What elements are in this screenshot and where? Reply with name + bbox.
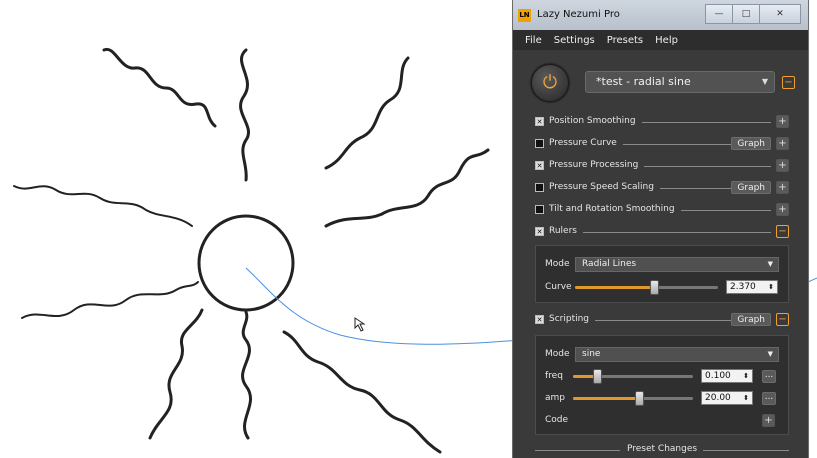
chevron-down-icon: ▼: [767, 260, 773, 268]
radial-stroke: [239, 48, 250, 182]
script-mode-value: sine: [582, 349, 601, 359]
chevron-down-icon: ▼: [767, 350, 773, 358]
amp-slider-fill: [573, 397, 639, 400]
rulers-mode-value: Radial Lines: [582, 259, 637, 269]
radial-stroke: [148, 308, 204, 440]
app-icon: LN: [518, 9, 531, 22]
radial-stroke: [241, 310, 253, 440]
title-bar[interactable]: LN Lazy Nezumi Pro — □ ✕: [513, 0, 808, 30]
remove-preset-button[interactable]: −: [782, 76, 795, 89]
code-expand-button[interactable]: +: [762, 414, 775, 427]
radial-stroke: [13, 185, 193, 227]
expand-button[interactable]: +: [776, 181, 789, 194]
tilt-rotation-checkbox[interactable]: [535, 205, 544, 214]
scripting-checkbox[interactable]: ✕: [535, 315, 544, 324]
row-tilt-rotation: Tilt and Rotation Smoothing +: [535, 203, 789, 217]
amp-slider[interactable]: [573, 397, 693, 400]
power-button[interactable]: ⏻: [531, 64, 569, 102]
mouse-cursor-icon: [354, 317, 366, 332]
curve-slider[interactable]: [575, 286, 718, 289]
rulers-checkbox[interactable]: ✕: [535, 227, 544, 236]
expand-button[interactable]: +: [776, 137, 789, 150]
preset-select[interactable]: *test - radial sine ▼: [585, 71, 775, 93]
chevron-down-icon: ▼: [761, 77, 768, 86]
row-position-smoothing: ✕ Position Smoothing +: [535, 115, 789, 129]
menu-bar: File Settings Presets Help: [513, 30, 808, 50]
curve-label: Curve: [545, 282, 572, 292]
freq-value: 0.100: [705, 371, 731, 381]
collapse-button[interactable]: −: [776, 313, 789, 326]
menu-settings[interactable]: Settings: [554, 35, 595, 46]
code-label: Code: [545, 415, 569, 425]
lazy-nezumi-window: LN Lazy Nezumi Pro — □ ✕ File Settings P…: [512, 0, 809, 458]
radial-stroke: [324, 56, 410, 170]
graph-button[interactable]: Graph: [731, 137, 771, 150]
curve-value: 2.370: [730, 282, 756, 292]
preset-name: *test - radial sine: [596, 75, 691, 88]
preset-changes-label: Preset Changes: [627, 444, 698, 454]
spin-arrows-icon[interactable]: ⬍: [743, 370, 749, 382]
row-label: Scripting: [549, 314, 596, 324]
menu-presets[interactable]: Presets: [607, 35, 643, 46]
close-button[interactable]: ✕: [759, 4, 801, 24]
rulers-panel: Mode Radial Lines ▼ Curve 2.370 ⬍: [535, 245, 789, 303]
pressure-curve-checkbox[interactable]: [535, 139, 544, 148]
row-rulers: ✕ Rulers −: [535, 225, 789, 239]
scripting-panel: Mode sine ▼ freq 0.100 ⬍ ... amp 20.00 ⬍…: [535, 335, 789, 435]
position-smoothing-checkbox[interactable]: ✕: [535, 117, 544, 126]
rulers-mode-label: Mode: [545, 259, 570, 269]
row-scripting: ✕ Scripting Graph −: [535, 313, 789, 327]
spin-arrows-icon[interactable]: ⬍: [768, 281, 774, 293]
divider: [535, 450, 620, 451]
menu-help[interactable]: Help: [655, 35, 678, 46]
radial-stroke: [102, 47, 217, 128]
radial-stroke: [282, 330, 442, 454]
minimize-button[interactable]: —: [705, 4, 733, 24]
expand-button[interactable]: +: [776, 115, 789, 128]
script-mode-select[interactable]: sine ▼: [575, 347, 779, 362]
freq-options-button[interactable]: ...: [762, 370, 776, 383]
window-title: Lazy Nezumi Pro: [537, 9, 620, 20]
pressure-speed-scaling-checkbox[interactable]: [535, 183, 544, 192]
menu-file[interactable]: File: [525, 35, 542, 46]
row-label: Pressure Speed Scaling: [549, 182, 660, 192]
row-label: Pressure Processing: [549, 160, 645, 170]
curve-spinbox[interactable]: 2.370 ⬍: [726, 280, 778, 294]
row-label: Tilt and Rotation Smoothing: [549, 204, 681, 214]
curve-slider-fill: [575, 286, 654, 289]
expand-button[interactable]: +: [776, 203, 789, 216]
pressure-processing-checkbox[interactable]: ✕: [535, 161, 544, 170]
center-circle: [197, 214, 295, 312]
freq-label: freq: [545, 371, 563, 381]
collapse-button[interactable]: −: [776, 225, 789, 238]
radial-stroke: [324, 148, 490, 228]
power-icon: ⏻: [542, 72, 558, 93]
radial-stroke: [21, 281, 199, 319]
script-mode-label: Mode: [545, 349, 570, 359]
row-label: Pressure Curve: [549, 138, 623, 148]
graph-button[interactable]: Graph: [731, 313, 771, 326]
divider: [703, 450, 789, 451]
freq-slider-thumb[interactable]: [593, 369, 602, 384]
row-pressure-curve: Pressure Curve Graph +: [535, 137, 789, 151]
amp-value: 20.00: [705, 393, 731, 403]
freq-spinbox[interactable]: 0.100 ⬍: [701, 369, 753, 383]
curve-slider-thumb[interactable]: [650, 280, 659, 295]
row-pressure-speed-scaling: Pressure Speed Scaling Graph +: [535, 181, 789, 195]
row-label: Rulers: [549, 226, 583, 236]
row-pressure-processing: ✕ Pressure Processing +: [535, 159, 789, 173]
freq-slider[interactable]: [573, 375, 693, 378]
maximize-button[interactable]: □: [732, 4, 760, 24]
amp-spinbox[interactable]: 20.00 ⬍: [701, 391, 753, 405]
row-label: Position Smoothing: [549, 116, 642, 126]
graph-button[interactable]: Graph: [731, 181, 771, 194]
amp-slider-thumb[interactable]: [635, 391, 644, 406]
spin-arrows-icon[interactable]: ⬍: [743, 392, 749, 404]
rulers-mode-select[interactable]: Radial Lines ▼: [575, 257, 779, 272]
amp-options-button[interactable]: ...: [762, 392, 776, 405]
expand-button[interactable]: +: [776, 159, 789, 172]
amp-label: amp: [545, 393, 565, 403]
